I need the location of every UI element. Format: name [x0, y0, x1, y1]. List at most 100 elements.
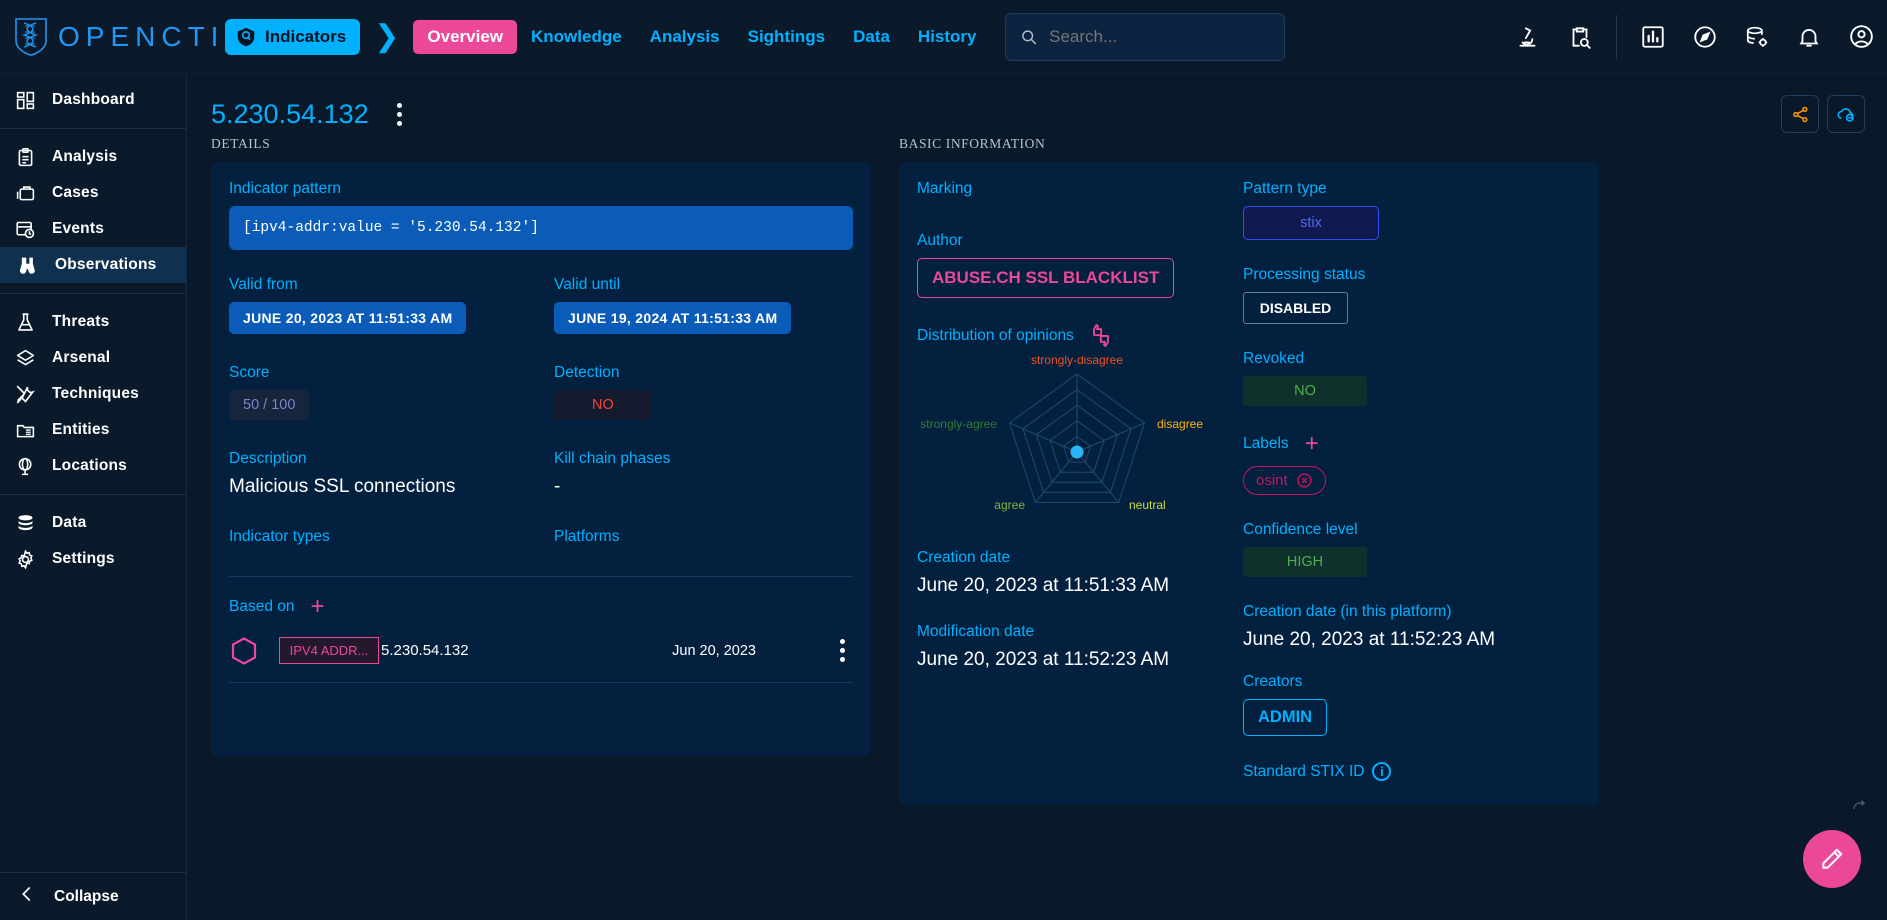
microscope-icon[interactable]	[1502, 11, 1554, 63]
description-field: Description Malicious SSL connections	[229, 450, 554, 498]
pattern-type-label: Pattern type	[1243, 180, 1327, 197]
sidebar-item-cases[interactable]: Cases	[0, 175, 186, 211]
database-gear-icon[interactable]	[1731, 11, 1783, 63]
plus-icon[interactable]: +	[311, 595, 325, 619]
sidebar-item-data[interactable]: Data	[0, 505, 186, 541]
binoculars-icon	[17, 254, 39, 276]
sidebar-item-label: Cases	[52, 184, 99, 201]
radar-label-disagree: disagree	[1157, 417, 1203, 431]
sidebar-item-label: Techniques	[52, 385, 139, 402]
sidebar-item-events[interactable]: Events	[0, 211, 186, 247]
page-header: 5.230.54.132	[187, 74, 1887, 136]
sidebar-item-techniques[interactable]: Techniques	[0, 376, 186, 412]
share-button[interactable]	[1781, 95, 1819, 133]
resize-handle[interactable]	[1851, 797, 1869, 820]
labels-list: osint	[1243, 466, 1563, 495]
row-more-menu-button[interactable]	[834, 633, 851, 668]
basic-information-card: Marking Author ABUSE.CH SSL BLACKLIST Di…	[899, 162, 1599, 805]
score-detection-row: Score 50 / 100 Detection NO	[229, 364, 853, 420]
bell-icon[interactable]	[1783, 11, 1835, 63]
page-title: 5.230.54.132	[211, 98, 369, 129]
based-on-header: Based on +	[229, 595, 853, 619]
confidence-level-label: Confidence level	[1243, 521, 1358, 538]
sidebar-item-observations[interactable]: Observations	[0, 247, 186, 283]
author-label: Author	[917, 232, 963, 249]
description-value: Malicious SSL connections	[229, 476, 456, 497]
labels-header: Labels +	[1243, 432, 1563, 456]
kill-chain-value: -	[554, 476, 561, 497]
sidebar-item-entities[interactable]: Entities	[0, 412, 186, 448]
breadcrumb-indicators[interactable]: Indicators	[225, 18, 361, 55]
main-content: 5.230.54.132 Details Indicator patter	[187, 74, 1887, 920]
dashboard-icon	[14, 89, 36, 111]
pencil-icon	[1822, 848, 1843, 869]
collapse-label: Collapse	[54, 887, 119, 905]
sidebar-item-label: Entities	[52, 421, 110, 438]
sidebar: Dashboard Analysis Cases Events Observat…	[0, 74, 187, 920]
tab-knowledge[interactable]: Knowledge	[517, 20, 636, 54]
info-icon[interactable]: i	[1372, 762, 1392, 781]
distribution-of-opinions-label: Distribution of opinions	[917, 327, 1074, 344]
sidebar-item-settings[interactable]: Settings	[0, 541, 186, 577]
search-input[interactable]	[1049, 26, 1270, 47]
edit-fab[interactable]	[1803, 830, 1861, 888]
sidebar-item-arsenal[interactable]: Arsenal	[0, 340, 186, 376]
opinions-header: Distribution of opinions	[917, 322, 1243, 350]
brand-logo[interactable]: OPENCTI	[0, 17, 225, 57]
clipboard-search-icon[interactable]	[1554, 11, 1606, 63]
search-box[interactable]	[1004, 12, 1285, 61]
basic-information-section-label: Basic information	[899, 136, 1046, 151]
details-divider	[229, 576, 853, 577]
tab-data[interactable]: Data	[839, 20, 904, 54]
author-value[interactable]: ABUSE.CH SSL BLACKLIST	[917, 258, 1175, 298]
modification-date-label: Modification date	[917, 623, 1035, 640]
indicator-shield-icon	[237, 27, 255, 46]
tab-overview[interactable]: Overview	[413, 19, 517, 54]
content-columns: Details Indicator pattern [ipv4-addr:val…	[187, 136, 1887, 805]
sidebar-item-threats[interactable]: Threats	[0, 304, 186, 340]
creation-date-platform-value: June 20, 2023 at 11:52:23 AM	[1243, 629, 1496, 650]
sidebar-group-4: Data Settings	[0, 495, 186, 587]
description-killchain-row: Description Malicious SSL connections Ki…	[229, 450, 853, 498]
label-chip[interactable]: osint	[1243, 466, 1326, 495]
revoked-label: Revoked	[1243, 350, 1305, 367]
radar-label-strongly-disagree: strongly-disagree	[1031, 356, 1123, 367]
indicator-pattern-label: Indicator pattern	[229, 180, 342, 197]
sidebar-item-label: Observations	[55, 256, 157, 273]
indicator-types-field: Indicator types	[229, 528, 554, 554]
creation-date-value: June 20, 2023 at 11:51:33 AM	[917, 575, 1170, 596]
confidence-level-value: HIGH	[1243, 547, 1367, 577]
account-circle-icon[interactable]	[1835, 11, 1887, 63]
creator-chip[interactable]: ADMIN	[1243, 699, 1328, 736]
detection-field: Detection NO	[554, 364, 652, 420]
sidebar-group-2: Analysis Cases Events Observations	[0, 129, 186, 294]
bar-chart-icon[interactable]	[1627, 11, 1679, 63]
sidebar-collapse-button[interactable]: Collapse	[0, 872, 187, 920]
tab-analysis[interactable]: Analysis	[636, 20, 734, 54]
marking-label: Marking	[917, 180, 973, 197]
sidebar-item-label: Data	[52, 514, 87, 531]
enrichment-button[interactable]	[1827, 95, 1865, 133]
sidebar-item-label: Threats	[52, 313, 110, 330]
table-row[interactable]: IPV4 ADDR... 5.230.54.132 Jun 20, 2023	[229, 619, 853, 682]
thumbs-icon[interactable]	[1086, 322, 1116, 350]
compass-icon[interactable]	[1679, 11, 1731, 63]
modification-date-value: June 20, 2023 at 11:52:23 AM	[917, 649, 1170, 670]
close-circle-icon[interactable]	[1296, 472, 1313, 489]
score-label: Score	[229, 364, 270, 381]
sidebar-item-dashboard[interactable]: Dashboard	[0, 82, 186, 118]
sidebar-item-analysis[interactable]: Analysis	[0, 139, 186, 175]
tab-sightings[interactable]: Sightings	[734, 20, 839, 54]
flask-icon	[14, 311, 36, 333]
sidebar-item-locations[interactable]: Locations	[0, 448, 186, 484]
plus-icon[interactable]: +	[1305, 432, 1319, 456]
radar-chart-svg: strongly-disagree disagree neutral agree…	[920, 353, 1203, 512]
opinions-radar-chart: strongly-disagree disagree neutral agree…	[917, 353, 1243, 541]
valid-from-label: Valid from	[229, 276, 298, 293]
tools-icon	[14, 383, 36, 405]
tab-history[interactable]: History	[904, 20, 991, 54]
radar-label-strongly-agree: strongly-agree	[920, 417, 997, 431]
search-icon	[1021, 29, 1036, 44]
page-more-menu-button[interactable]	[391, 97, 408, 132]
page-actions	[1781, 95, 1887, 133]
